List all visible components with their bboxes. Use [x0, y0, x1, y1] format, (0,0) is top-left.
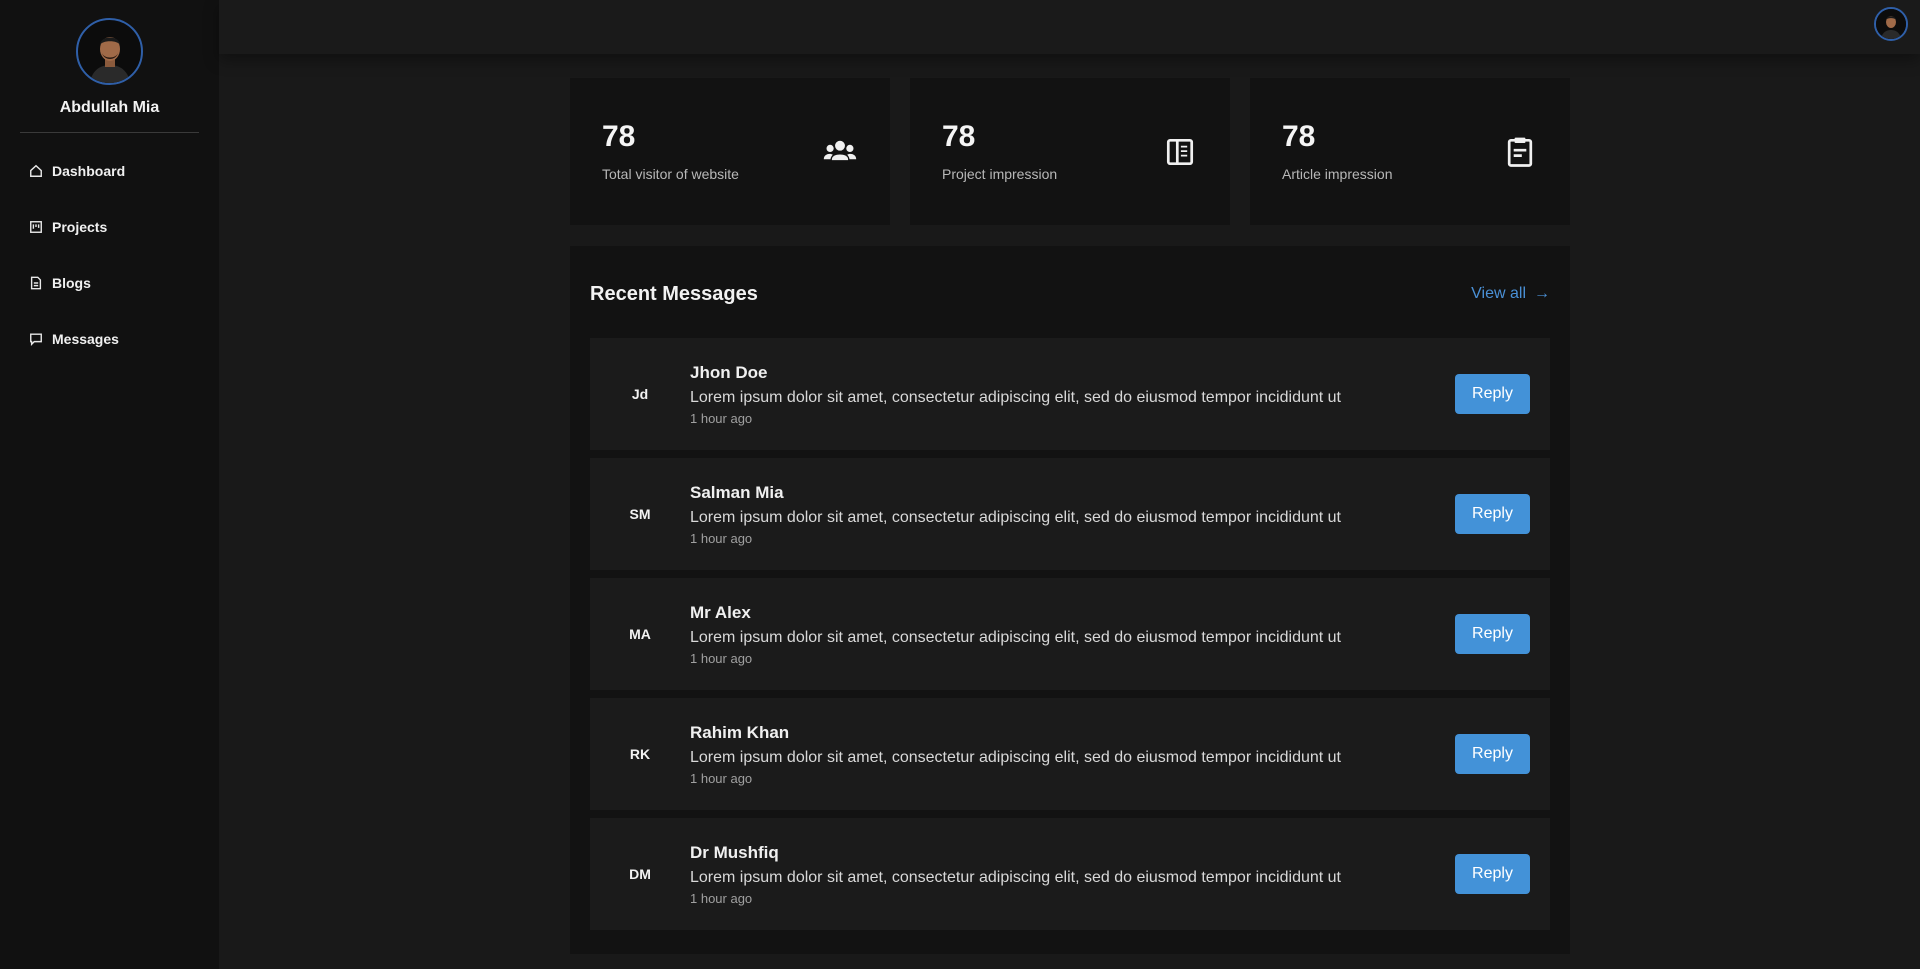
projects-icon — [30, 221, 42, 233]
message-text: Lorem ipsum dolor sit amet, consectetur … — [690, 508, 1341, 526]
layout-icon — [1166, 138, 1194, 166]
sidebar: Abdullah Mia Dashboard Projects Blogs Me… — [0, 0, 219, 969]
sidebar-item-label: Dashboard — [52, 163, 126, 179]
message-body: Mr Alex Lorem ipsum dolor sit amet, cons… — [690, 603, 1550, 666]
sidebar-item-label: Messages — [52, 331, 119, 347]
message-body: Salman Mia Lorem ipsum dolor sit amet, c… — [690, 483, 1550, 546]
message-initials: SM — [629, 506, 651, 522]
message-text: Lorem ipsum dolor sit amet, consectetur … — [690, 628, 1341, 646]
message-initials: Jd — [631, 386, 649, 402]
message-initials: RK — [629, 746, 651, 762]
message-sender: Salman Mia — [690, 482, 784, 502]
profile-avatar[interactable] — [76, 18, 143, 85]
arrow-right-icon: → — [1534, 285, 1550, 302]
sidebar-item-blogs[interactable]: Blogs — [10, 265, 209, 301]
sidebar-item-label: Projects — [52, 219, 108, 235]
message-time: 1 hour ago — [690, 410, 753, 426]
reply-button[interactable]: Reply — [1455, 854, 1530, 894]
stat-card-articles: 78 Article impression — [1250, 78, 1570, 225]
reply-button[interactable]: Reply — [1455, 494, 1530, 534]
reply-button[interactable]: Reply — [1455, 374, 1530, 414]
profile-name: Abdullah Mia — [59, 99, 160, 116]
users-icon — [823, 140, 857, 161]
message-initials: DM — [629, 866, 651, 882]
profile: Abdullah Mia — [0, 0, 219, 117]
person-photo-icon — [1876, 9, 1906, 39]
message-initials: MA — [629, 626, 651, 642]
sidebar-divider — [20, 132, 199, 133]
sidebar-item-dashboard[interactable]: Dashboard — [10, 153, 209, 189]
view-all-link[interactable]: View all → — [1471, 285, 1550, 303]
home-icon — [30, 164, 42, 177]
stat-card-projects: 78 Project impression — [910, 78, 1230, 225]
stats-row: 78 Total visitor of website 78 Project i… — [570, 78, 1570, 225]
message-body: Jhon Doe Lorem ipsum dolor sit amet, con… — [690, 363, 1550, 426]
stat-card-visitors: 78 Total visitor of website — [570, 78, 890, 225]
message-body: Rahim Khan Lorem ipsum dolor sit amet, c… — [690, 723, 1550, 786]
reply-button[interactable]: Reply — [1455, 734, 1530, 774]
sidebar-item-projects[interactable]: Projects — [10, 209, 209, 245]
topbar — [219, 0, 1920, 54]
panel-title: Recent Messages — [590, 282, 758, 305]
clipboard-icon — [1507, 137, 1533, 167]
message-item: Jd Jhon Doe Lorem ipsum dolor sit amet, … — [590, 338, 1550, 450]
message-text: Lorem ipsum dolor sit amet, consectetur … — [690, 748, 1341, 766]
view-all-label: View all — [1471, 285, 1526, 302]
message-text: Lorem ipsum dolor sit amet, consectetur … — [690, 388, 1341, 406]
message-time: 1 hour ago — [690, 890, 753, 906]
sidebar-item-messages[interactable]: Messages — [10, 321, 209, 357]
message-text: Lorem ipsum dolor sit amet, consectetur … — [690, 868, 1341, 886]
user-avatar[interactable] — [1874, 7, 1908, 41]
person-photo-icon — [79, 23, 140, 83]
sidebar-item-label: Blogs — [52, 275, 91, 291]
recent-messages-panel: Recent Messages View all → Jd Jhon Doe L… — [570, 246, 1570, 954]
message-sender: Dr Mushfiq — [690, 842, 779, 862]
message-body: Dr Mushfiq Lorem ipsum dolor sit amet, c… — [690, 843, 1550, 906]
document-icon — [30, 276, 42, 290]
reply-button[interactable]: Reply — [1455, 614, 1530, 654]
panel-header: Recent Messages View all → — [590, 246, 1550, 338]
chat-icon — [30, 333, 42, 346]
message-sender: Jhon Doe — [690, 362, 768, 382]
message-time: 1 hour ago — [690, 530, 753, 546]
message-item: RK Rahim Khan Lorem ipsum dolor sit amet… — [590, 698, 1550, 810]
message-time: 1 hour ago — [690, 770, 753, 786]
message-item: MA Mr Alex Lorem ipsum dolor sit amet, c… — [590, 578, 1550, 690]
message-item: SM Salman Mia Lorem ipsum dolor sit amet… — [590, 458, 1550, 570]
message-sender: Mr Alex — [690, 602, 751, 622]
message-sender: Rahim Khan — [690, 722, 790, 742]
message-item: DM Dr Mushfiq Lorem ipsum dolor sit amet… — [590, 818, 1550, 930]
sidebar-nav: Dashboard Projects Blogs Messages — [0, 153, 219, 357]
message-time: 1 hour ago — [690, 650, 753, 666]
